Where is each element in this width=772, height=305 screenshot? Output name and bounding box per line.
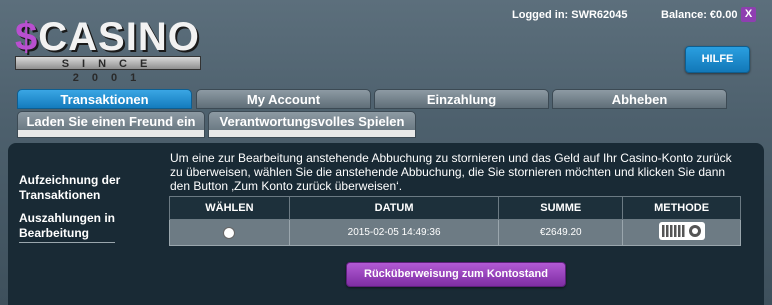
select-cell: [169, 219, 290, 246]
table-row: 2015-02-05 14:49:36 €2649.20: [169, 219, 741, 246]
logo-since: SINCE 2001: [15, 56, 201, 84]
select-radio[interactable]: [223, 226, 236, 239]
column-header-method: METHODE: [622, 196, 741, 220]
payment-method-icon: [658, 222, 705, 243]
tab-einzahlung[interactable]: Einzahlung: [374, 89, 549, 109]
header: $CASINO SINCE 2001 Logged in: SWR62045 B…: [0, 0, 772, 84]
logo-dollar: $: [15, 15, 39, 59]
tab-strip: [18, 130, 204, 137]
tab-abheben[interactable]: Abheben: [552, 89, 727, 109]
balance-label: Balance: €0.00: [661, 9, 738, 21]
tab-refer-friend-label: Laden Sie einen Freund ein: [26, 114, 196, 129]
close-button[interactable]: X: [741, 7, 756, 22]
tab-my-account[interactable]: My Account: [196, 89, 371, 109]
sidebar-item-transaction-history[interactable]: Aufzeichnung der Transaktionen: [19, 173, 159, 203]
help-button[interactable]: HILFE: [685, 46, 750, 73]
pending-withdrawals-table: WÄHLEN DATUM SUMME METHODE 2015-02-05 14…: [169, 196, 741, 246]
logo-wordmark: $CASINO: [15, 15, 200, 59]
column-header-date: DATUM: [288, 196, 500, 220]
tab-strip: [209, 130, 415, 137]
casino-logo: $CASINO SINCE 2001: [15, 15, 203, 84]
intro-text: Um eine zur Bearbeitung anstehende Abbuc…: [170, 151, 732, 193]
method-cell: [622, 219, 741, 246]
logged-in-label: Logged in: SWR62045: [512, 9, 628, 21]
amount-cell: €2649.20: [498, 219, 624, 246]
column-header-amount: SUMME: [498, 196, 624, 220]
tab-responsible-gaming[interactable]: Verantwortungsvolles Spielen: [208, 111, 416, 138]
table-header-row: WÄHLEN DATUM SUMME METHODE: [169, 196, 741, 220]
column-header-select: WÄHLEN: [169, 196, 290, 220]
tab-transaktionen[interactable]: Transaktionen: [17, 89, 192, 109]
sidebar-item-pending-withdrawals[interactable]: Auszahlungen in Bearbeitung: [19, 211, 115, 243]
date-cell: 2015-02-05 14:49:36: [288, 219, 500, 246]
logo-text: CASINO: [38, 15, 200, 59]
transfer-to-balance-button[interactable]: Rücküberweisung zum Kontostand: [346, 262, 566, 287]
tab-refer-friend[interactable]: Laden Sie einen Freund ein: [17, 111, 205, 138]
tab-responsible-gaming-label: Verantwortungsvolles Spielen: [219, 114, 405, 129]
